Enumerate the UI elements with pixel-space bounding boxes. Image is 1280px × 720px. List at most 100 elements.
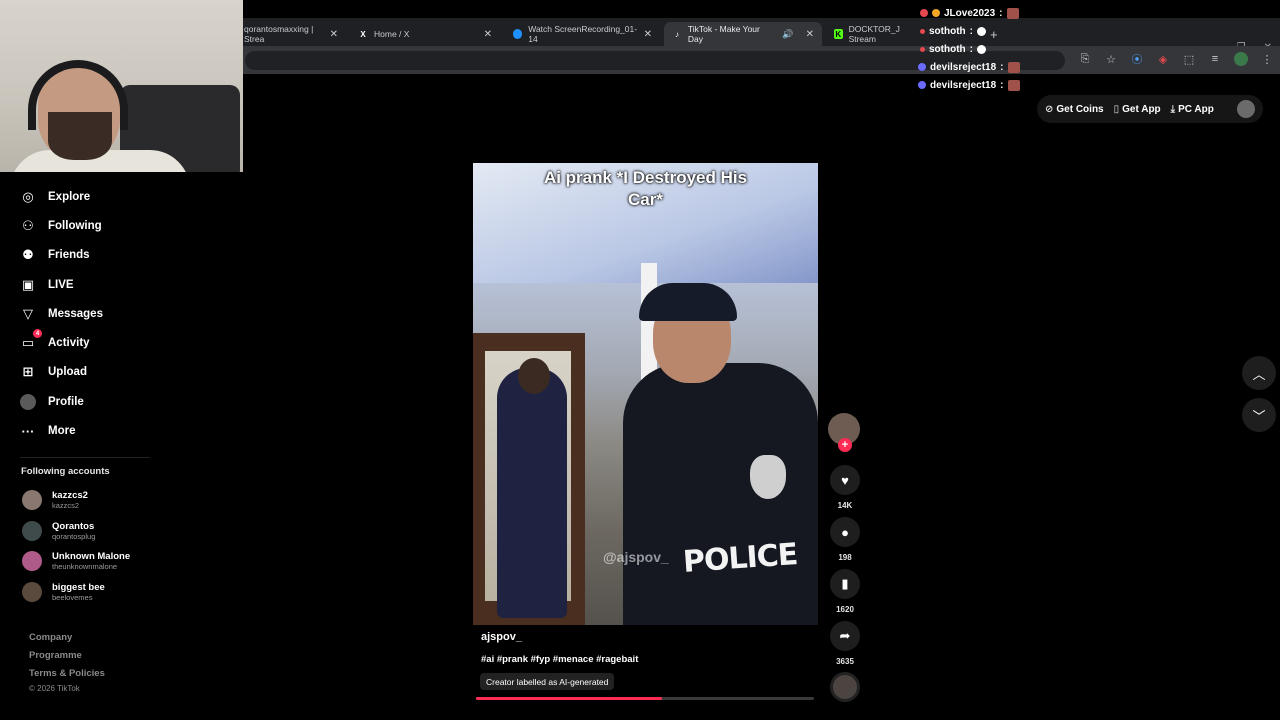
extension-audio-icon[interactable]: ⦿ xyxy=(1130,52,1144,66)
sidebar-item-label: Activity xyxy=(48,337,90,349)
account-name: Unknown Malone xyxy=(52,551,131,562)
get-app-button[interactable]: ▯ Get App xyxy=(1114,104,1161,115)
tab-tiktok[interactable]: ♪ TikTok - Make Your Day 🔊 ✕ xyxy=(664,22,822,46)
chat-text: : xyxy=(969,43,973,55)
account-handle: qorantosplug xyxy=(52,532,96,541)
menu-icon[interactable]: ⋮ xyxy=(1260,52,1274,66)
x-icon: X xyxy=(360,29,366,39)
kick-icon: K xyxy=(834,29,843,39)
video-hashtags[interactable]: #ai #prank #fyp #menace #ragebait xyxy=(481,654,638,665)
user-avatar[interactable] xyxy=(1237,100,1255,118)
following-account[interactable]: Unknown Malone theunknownmalone xyxy=(22,551,130,571)
speaker-icon[interactable]: 🔊 xyxy=(782,29,793,40)
sidebar-item-profile[interactable]: Profile xyxy=(20,390,84,414)
emote-icon xyxy=(977,26,986,36)
chat-message: devilsreject18 : xyxy=(918,58,1020,76)
sidebar-item-label: Following xyxy=(48,220,102,232)
follow-plus-icon[interactable]: + xyxy=(838,438,852,452)
install-icon[interactable]: ⎘ xyxy=(1078,52,1092,66)
footer-link-terms[interactable]: Terms & Policies xyxy=(29,668,105,679)
tab-x[interactable]: X Home / X ✕ xyxy=(350,22,500,46)
sidebar-item-messages[interactable]: ▽ Messages xyxy=(20,302,103,326)
following-account[interactable]: kazzcs2 kazzcs2 xyxy=(22,490,88,510)
account-name: biggest bee xyxy=(52,582,105,593)
sidebar-item-label: More xyxy=(48,425,76,437)
profile-icon[interactable] xyxy=(1234,52,1248,66)
close-icon[interactable]: ✕ xyxy=(806,29,814,40)
toolbar-icons: ⎘ ☆ ⦿ ◈ ⬚ ≡ ⋮ xyxy=(1078,52,1274,66)
profile-avatar xyxy=(20,394,36,410)
account-name: Qorantos xyxy=(52,521,95,532)
video-caption: Ai prank *I Destroyed His Car* xyxy=(543,168,748,209)
video-author[interactable]: ajspov_ xyxy=(481,631,522,643)
chat-user: devilsreject18 xyxy=(930,61,997,73)
like-count: 14K xyxy=(837,501,853,510)
save-count: 1620 xyxy=(836,605,854,614)
tab-streamable[interactable]: Watch ScreenRecording_01-14 ✕ xyxy=(505,22,660,46)
chat-message: devilsreject18 : xyxy=(918,76,1020,94)
bookmark-icon[interactable]: ▮ xyxy=(830,569,860,599)
copyright: © 2026 TikTok xyxy=(29,684,80,693)
comment-action: ● 198 xyxy=(828,517,862,562)
following-account[interactable]: Qorantos qorantosplug xyxy=(22,521,95,541)
sidebar-item-label: Friends xyxy=(48,249,90,261)
sidebar-divider xyxy=(20,457,150,458)
chat-message: sothoth : xyxy=(920,22,1020,40)
star-icon[interactable]: ☆ xyxy=(1104,52,1118,66)
save-action: ▮ 1620 xyxy=(828,569,862,614)
sidebar-item-upload[interactable]: ⊞ Upload xyxy=(20,360,87,384)
tab-kick[interactable]: K DOCKTOR_J Stream xyxy=(826,22,926,46)
extensions-icon[interactable]: ⬚ xyxy=(1182,52,1196,66)
previous-video-button[interactable]: ︿ xyxy=(1242,356,1276,390)
close-icon[interactable]: ✕ xyxy=(484,29,492,40)
video-officer-cap xyxy=(639,283,737,321)
chat-badge xyxy=(920,28,925,34)
chat-badge xyxy=(918,81,926,89)
video-progress-fill xyxy=(476,697,662,700)
video-progress-bar[interactable] xyxy=(476,697,814,700)
music-disc-avatar[interactable] xyxy=(830,672,860,702)
streamable-icon xyxy=(513,29,523,39)
next-video-button[interactable]: ﹀ xyxy=(1242,398,1276,432)
close-icon[interactable]: ✕ xyxy=(330,29,338,40)
sidebar-item-following[interactable]: ⚇ Following xyxy=(20,214,102,238)
get-coins-button[interactable]: ⊘ Get Coins xyxy=(1045,104,1104,115)
sidebar-item-label: LIVE xyxy=(48,279,74,291)
sidebar-item-friends[interactable]: ⚉ Friends xyxy=(20,243,90,267)
chat-badge xyxy=(920,9,928,17)
tab-label: Watch ScreenRecording_01-14 xyxy=(528,24,638,44)
emote-icon xyxy=(1007,61,1020,73)
compass-icon: ◎ xyxy=(22,189,34,204)
sidebar-item-explore[interactable]: ◎ Explore xyxy=(20,185,90,209)
heart-icon[interactable]: ♥ xyxy=(830,465,860,495)
close-icon[interactable]: ✕ xyxy=(644,29,652,40)
coin-icon: ⊘ xyxy=(1045,103,1054,115)
account-handle: kazzcs2 xyxy=(52,501,80,510)
video-watermark: @ajspov_ xyxy=(603,549,669,565)
footer-link-company[interactable]: Company xyxy=(29,632,72,643)
video-player[interactable]: POLICE @ajspov_ Ai prank *I Destroyed Hi… xyxy=(473,163,818,625)
extension-shield-icon[interactable]: ◈ xyxy=(1156,52,1170,66)
account-handle: beelovemes xyxy=(52,593,93,602)
activity-icon: ▭ 4 xyxy=(20,329,42,351)
footer-link-programme[interactable]: Programme xyxy=(29,650,82,661)
tab-twitch[interactable]: qorantosmaxxing | Strea ✕ xyxy=(236,22,346,46)
messages-icon: ▽ xyxy=(23,306,33,321)
avatar xyxy=(22,490,42,510)
pc-app-button[interactable]: ⤓ PC App xyxy=(1171,104,1214,115)
sidebar-item-more[interactable]: ··· More xyxy=(20,419,76,443)
comment-icon[interactable]: ● xyxy=(830,517,860,547)
sidebar-item-activity[interactable]: ▭ 4 Activity xyxy=(20,329,90,355)
chat-user: sothoth xyxy=(929,25,966,37)
avatar xyxy=(22,521,42,541)
share-icon[interactable]: ➦ xyxy=(830,621,860,651)
pc-app-label: PC App xyxy=(1178,103,1214,115)
sidebar-item-live[interactable]: ▣ LIVE xyxy=(20,273,74,297)
sidebar-item-label: Upload xyxy=(48,366,87,378)
webcam-overlay xyxy=(0,0,243,172)
following-account[interactable]: biggest bee beelovemes xyxy=(22,582,105,602)
get-app-label: Get App xyxy=(1122,103,1161,115)
phone-icon: ▯ xyxy=(1113,103,1120,115)
media-icon[interactable]: ≡ xyxy=(1208,52,1222,66)
tab-label: DOCKTOR_J Stream xyxy=(848,24,900,44)
